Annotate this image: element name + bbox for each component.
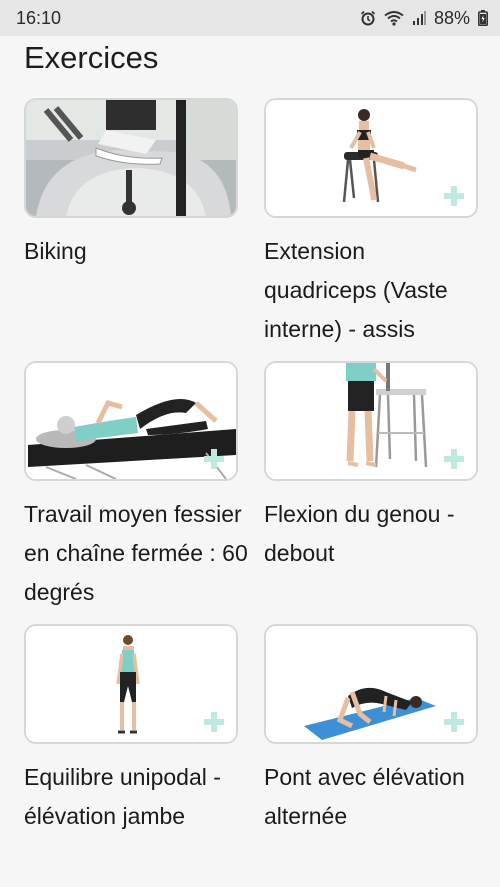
exercise-label: Pont avec élévation alternée [264, 764, 465, 829]
exercise-label: Flexion du genou - debout [264, 501, 455, 566]
exercise-card-extension-quadriceps[interactable]: Extension quadriceps (Vaste interne) - a… [264, 98, 478, 361]
exercise-thumbnail[interactable] [264, 624, 478, 744]
status-time: 16:10 [16, 7, 62, 28]
exercise-card-pont[interactable]: Pont avec élévation alternée [264, 624, 478, 887]
exercise-thumbnail[interactable] [264, 98, 478, 218]
exercise-card-flexion-genou[interactable]: Flexion du genou - debout [264, 361, 478, 624]
exercise-thumbnail[interactable] [264, 361, 478, 481]
battery-icon [478, 10, 488, 26]
wifi-icon [384, 11, 404, 26]
plus-icon[interactable] [444, 449, 464, 469]
exercise-thumbnail[interactable] [24, 624, 238, 744]
signal-icon [412, 11, 426, 25]
page-title: Exercices [24, 40, 159, 75]
biking-photo [26, 100, 236, 216]
exercise-thumbnail[interactable] [24, 361, 238, 481]
battery-percentage: 88% [433, 7, 470, 28]
exercise-grid: Biking Extension quadriceps (Vaste inter… [24, 98, 478, 887]
exercise-label: Biking [24, 238, 87, 264]
exercise-card-biking[interactable]: Biking [24, 98, 238, 361]
alarm-icon [360, 10, 376, 26]
status-icons: 88% [360, 8, 488, 29]
exercise-label: Extension quadriceps (Vaste interne) - a… [264, 238, 448, 342]
exercise-label: Equilibre unipodal - élévation jambe [24, 764, 221, 829]
exercise-card-moyen-fessier[interactable]: Travail moyen fessier en chaîne fermée :… [24, 361, 248, 624]
plus-icon[interactable] [204, 449, 224, 469]
plus-icon[interactable] [444, 186, 464, 206]
plus-icon[interactable] [204, 712, 224, 732]
status-bar: 16:10 88% [0, 0, 500, 36]
exercise-label: Travail moyen fessier en chaîne fermée :… [24, 501, 248, 605]
exercise-thumbnail[interactable] [24, 98, 238, 218]
exercise-card-equilibre-unipodal[interactable]: Equilibre unipodal - élévation jambe [24, 624, 238, 887]
plus-icon[interactable] [444, 712, 464, 732]
